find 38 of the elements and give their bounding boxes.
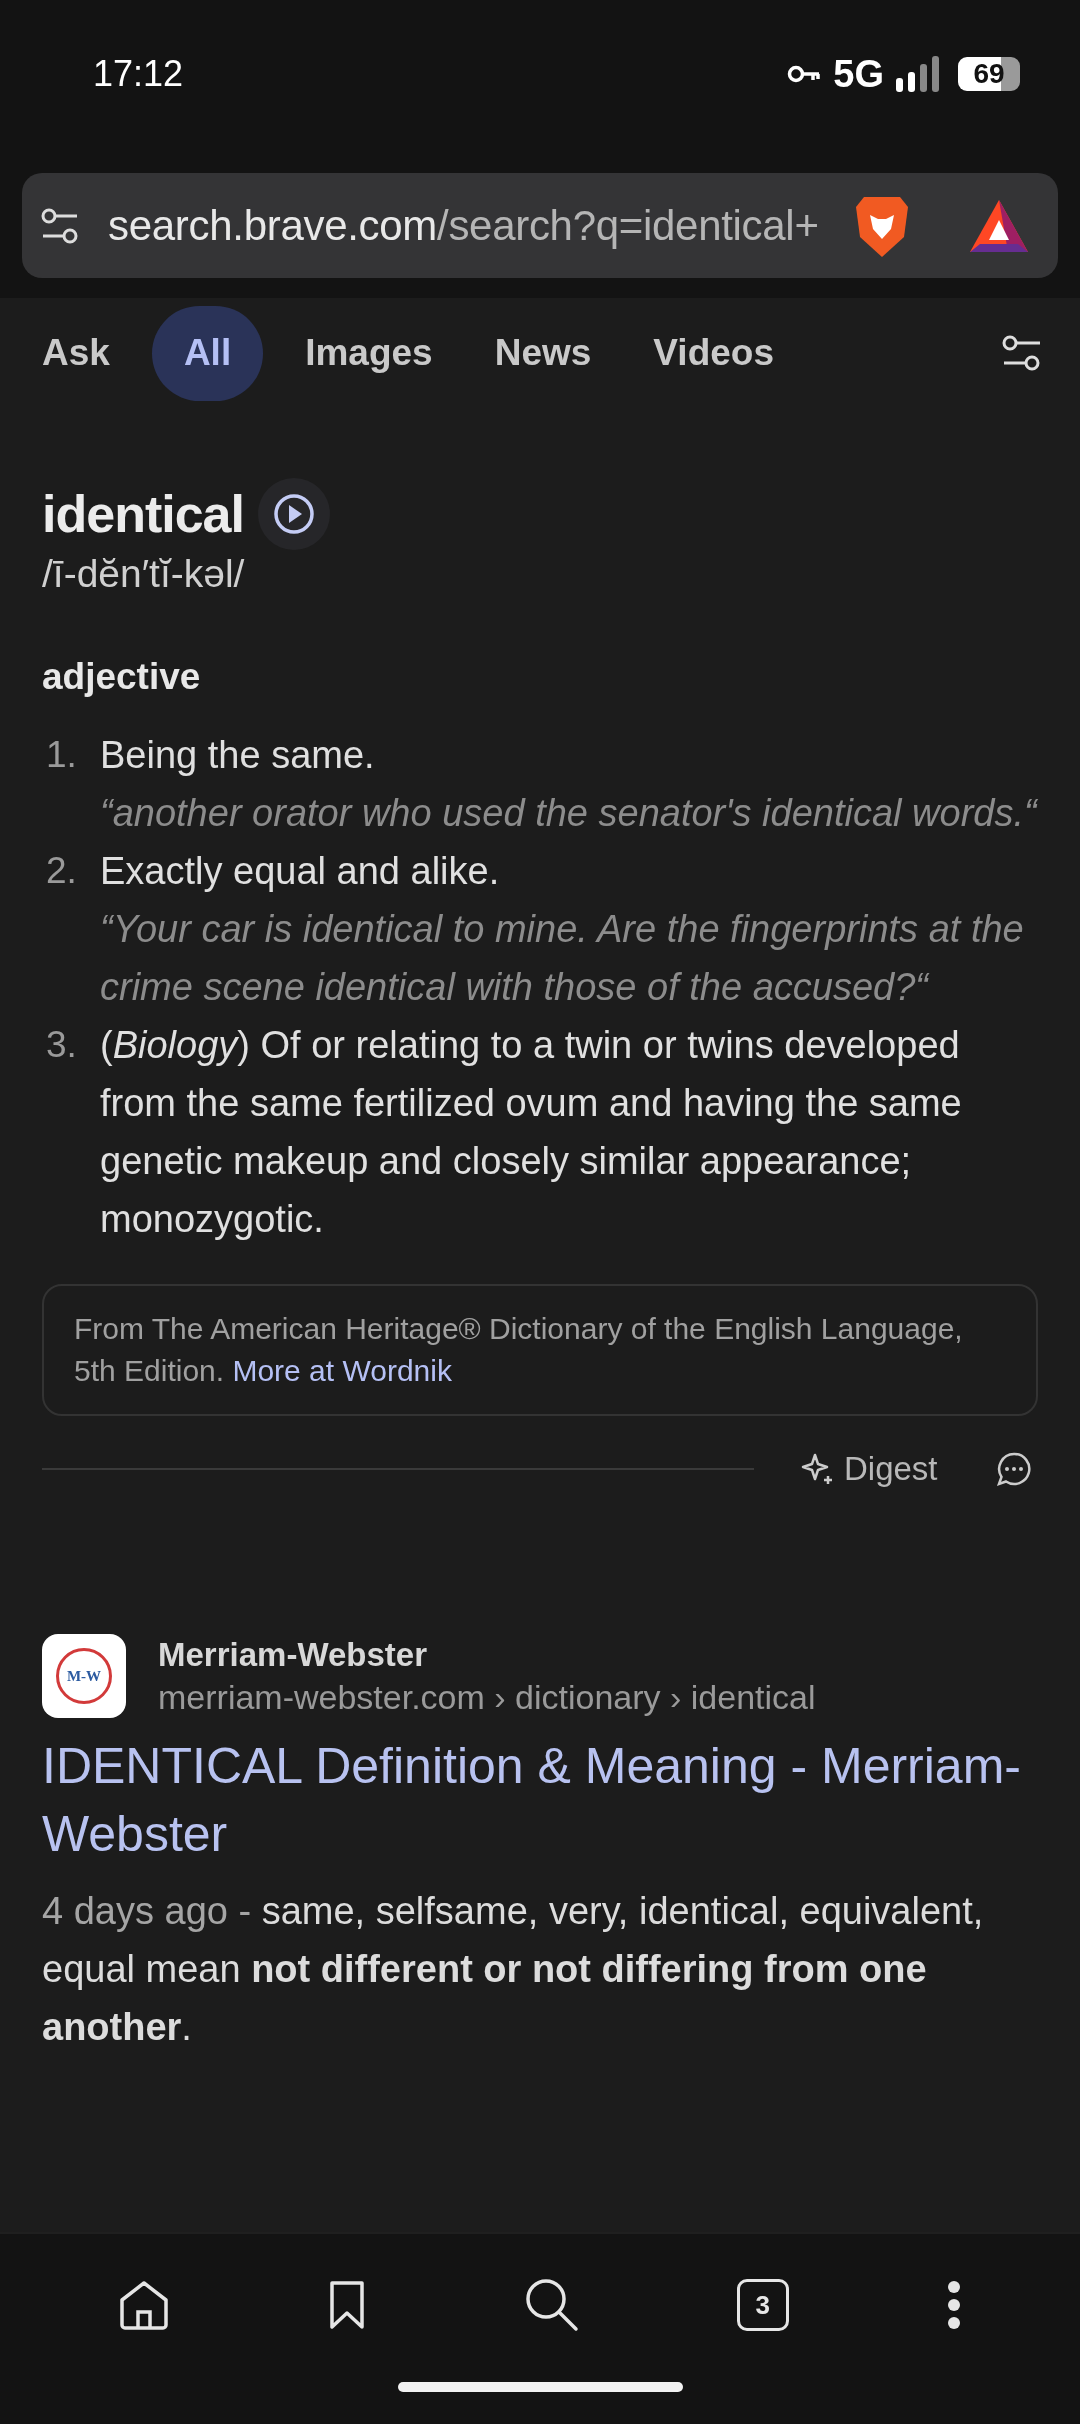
search-tab[interactable]: News — [474, 305, 612, 401]
battery-icon: 69 — [958, 57, 1020, 91]
key-icon — [787, 64, 822, 84]
sense-definition: (Biology) Of or relating to a twin or twins developed from the same fertilized ovum and having the same genetic makeup and closely similar appearance; monozygotic. — [100, 1023, 963, 1242]
search-tab[interactable]: All — [151, 305, 264, 401]
search-icon[interactable] — [524, 2277, 580, 2333]
sense-number: 3. — [45, 1023, 78, 1067]
sense-number: 2. — [45, 849, 78, 893]
result-snippet: 4 days ago - same, selfsame, very, identical, equivalent, equal mean not different or not differing from one another. — [42, 1889, 985, 2050]
sense-number: 1. — [45, 733, 78, 777]
more-icon[interactable] — [945, 2280, 962, 2330]
sense-definition: Exactly equal and alike. — [100, 849, 501, 894]
network-type: 5G — [833, 52, 884, 96]
tab-count-button[interactable]: 3 — [736, 2279, 789, 2331]
source-text: From The American Heritage® Dictionary of the English Language, 5th Edition. More at Wordnik — [74, 1311, 964, 1389]
site-favicon: M-W — [42, 1634, 126, 1718]
result-url: merriam-webster.com › dictionary › identical — [158, 1677, 816, 1717]
result-title-link[interactable]: IDENTICAL Definition & Meaning - Merriam-Webster — [42, 1732, 1038, 1868]
search-tab[interactable]: Ask — [22, 305, 130, 401]
wordnik-link[interactable]: More at Wordnik — [232, 1354, 452, 1387]
part-of-speech: adjective — [42, 656, 202, 698]
digest-button[interactable]: Digest — [800, 1450, 938, 1488]
usage-example: “Your car is identical to mine. Are the fingerprints at the crime scene identical with those of the accused?“ — [100, 907, 1025, 1010]
word-heading: identical — [42, 484, 244, 544]
url-text: search.brave.com/search?q=identical+ — [108, 201, 820, 250]
pronunciation: /ī-dĕn′tĭ-kəl/ — [42, 552, 246, 596]
usage-example: “another orator who used the senator's identical words.“ — [100, 791, 1037, 836]
sparkle-icon — [800, 1452, 834, 1486]
chat-icon[interactable] — [996, 1451, 1032, 1487]
signal-icon — [896, 56, 940, 92]
site-name: Merriam-Webster — [158, 1635, 428, 1674]
play-icon — [271, 492, 316, 536]
search-tab[interactable]: Images — [285, 305, 453, 401]
home-icon[interactable] — [118, 2280, 171, 2330]
address-bar[interactable]: search.brave.com/search?q=identical+ — [22, 173, 1058, 278]
status-time: 17:12 — [93, 53, 184, 95]
search-tab[interactable]: Videos — [633, 305, 794, 401]
sense-definition: Being the same. — [100, 733, 376, 778]
